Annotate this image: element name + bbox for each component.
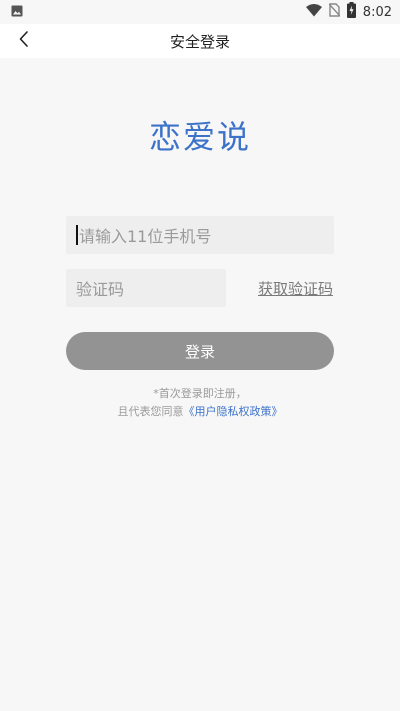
wifi-icon [305, 3, 322, 21]
text-cursor [76, 225, 78, 245]
phone-input[interactable]: 请输入11位手机号 [66, 216, 334, 254]
login-screen: 8:02 安全登录 恋爱说 请输入11位手机号 验证码 获取验证码 登录 *首次… [0, 0, 400, 711]
status-time: 8:02 [362, 4, 392, 20]
login-button-label: 登录 [184, 342, 215, 361]
register-notice: *首次登录即注册， [153, 387, 247, 400]
phone-placeholder: 请输入11位手机号 [79, 227, 212, 246]
page-title: 安全登录 [169, 33, 230, 51]
get-code-button[interactable]: 获取验证码 [258, 278, 333, 299]
no-sim-icon [328, 3, 341, 21]
app-bar: 安全登录 [0, 24, 400, 58]
status-bar: 8:02 [0, 0, 400, 24]
verification-code-input[interactable]: 验证码 [66, 269, 226, 307]
app-logo-text: 恋爱说 [148, 118, 251, 156]
agreement-text: 且代表您同意《用户隐私权政策》 [0, 403, 400, 419]
battery-charging-icon [346, 2, 356, 22]
privacy-policy-link[interactable]: 《用户隐私权政策》 [184, 405, 283, 418]
code-placeholder: 验证码 [76, 280, 125, 299]
agreement-prefix: 且代表您同意 [117, 405, 184, 418]
image-icon [11, 5, 23, 21]
login-button[interactable]: 登录 [66, 332, 334, 370]
